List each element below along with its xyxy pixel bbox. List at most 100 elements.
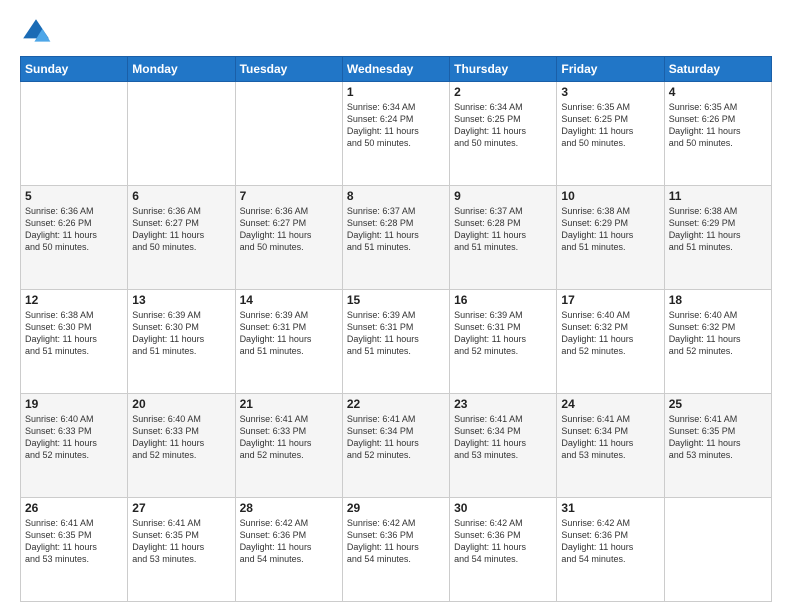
- day-number: 27: [132, 501, 230, 515]
- calendar-cell: 29Sunrise: 6:42 AM Sunset: 6:36 PM Dayli…: [342, 498, 449, 602]
- calendar-cell: 28Sunrise: 6:42 AM Sunset: 6:36 PM Dayli…: [235, 498, 342, 602]
- day-info: Sunrise: 6:39 AM Sunset: 6:31 PM Dayligh…: [454, 309, 552, 358]
- day-number: 22: [347, 397, 445, 411]
- calendar-cell: 14 Sunrise: 6:39 AM Sunset: 6:31 PM Dayli…: [235, 290, 342, 394]
- calendar-cell: 15Sunrise: 6:39 AM Sunset: 6:31 PM Dayli…: [342, 290, 449, 394]
- day-number: 31: [561, 501, 659, 515]
- day-info: Sunrise: 6:41 AM Sunset: 6:35 PM Dayligh…: [25, 517, 123, 566]
- weekday-header-sunday: Sunday: [21, 57, 128, 82]
- calendar-cell: 13 Sunrise: 6:39 AM Sunset: 6:30 PM Dayli…: [128, 290, 235, 394]
- weekday-header-row: SundayMondayTuesdayWednesdayThursdayFrid…: [21, 57, 772, 82]
- day-info: Sunrise: 6:41 AM Sunset: 6:35 PM Dayligh…: [669, 413, 767, 462]
- day-info: Sunrise: 6:39 AM Sunset: 6:30 PM Dayligh…: [132, 309, 230, 358]
- day-info: Sunrise: 6:40 AM Sunset: 6:33 PM Dayligh…: [25, 413, 123, 462]
- day-number: 24: [561, 397, 659, 411]
- day-info: Sunrise: 6:36 AM Sunset: 6:26 PM Dayligh…: [25, 205, 123, 254]
- day-number: 18: [669, 293, 767, 307]
- day-number: 25: [669, 397, 767, 411]
- week-row-5: 26 Sunrise: 6:41 AM Sunset: 6:35 PM Dayli…: [21, 498, 772, 602]
- day-info: Sunrise: 6:36 AM Sunset: 6:27 PM Dayligh…: [132, 205, 230, 254]
- day-number: 17: [561, 293, 659, 307]
- calendar-cell: 8 Sunrise: 6:37 AM Sunset: 6:28 PM Daylig…: [342, 186, 449, 290]
- day-info: Sunrise: 6:38 AM Sunset: 6:29 PM Dayligh…: [669, 205, 767, 254]
- weekday-header-thursday: Thursday: [450, 57, 557, 82]
- calendar-cell: 10 Sunrise: 6:38 AM Sunset: 6:29 PM Dayli…: [557, 186, 664, 290]
- calendar-cell: 6 Sunrise: 6:36 AM Sunset: 6:27 PM Daylig…: [128, 186, 235, 290]
- day-number: 30: [454, 501, 552, 515]
- calendar-cell: 12 Sunrise: 6:38 AM Sunset: 6:30 PM Dayli…: [21, 290, 128, 394]
- calendar-cell: 27 Sunrise: 6:41 AM Sunset: 6:35 PM Dayli…: [128, 498, 235, 602]
- calendar-cell: 9 Sunrise: 6:37 AM Sunset: 6:28 PM Daylig…: [450, 186, 557, 290]
- day-number: 6: [132, 189, 230, 203]
- week-row-3: 12 Sunrise: 6:38 AM Sunset: 6:30 PM Dayli…: [21, 290, 772, 394]
- day-info: Sunrise: 6:41 AM Sunset: 6:34 PM Dayligh…: [347, 413, 445, 462]
- calendar-cell: 4 Sunrise: 6:35 AM Sunset: 6:26 PM Daylig…: [664, 82, 771, 186]
- day-number: 5: [25, 189, 123, 203]
- day-number: 20: [132, 397, 230, 411]
- day-info: Sunrise: 6:39 AM Sunset: 6:31 PM Dayligh…: [347, 309, 445, 358]
- page: SundayMondayTuesdayWednesdayThursdayFrid…: [0, 0, 792, 612]
- day-info: Sunrise: 6:41 AM Sunset: 6:33 PM Dayligh…: [240, 413, 338, 462]
- week-row-2: 5 Sunrise: 6:36 AM Sunset: 6:26 PM Daylig…: [21, 186, 772, 290]
- day-info: Sunrise: 6:41 AM Sunset: 6:35 PM Dayligh…: [132, 517, 230, 566]
- day-info: Sunrise: 6:41 AM Sunset: 6:34 PM Dayligh…: [561, 413, 659, 462]
- calendar-table: SundayMondayTuesdayWednesdayThursdayFrid…: [20, 56, 772, 602]
- weekday-header-wednesday: Wednesday: [342, 57, 449, 82]
- day-number: 3: [561, 85, 659, 99]
- calendar-cell: 21 Sunrise: 6:41 AM Sunset: 6:33 PM Dayli…: [235, 394, 342, 498]
- weekday-header-tuesday: Tuesday: [235, 57, 342, 82]
- calendar-cell: [664, 498, 771, 602]
- calendar-cell: [21, 82, 128, 186]
- day-number: 16: [454, 293, 552, 307]
- calendar-cell: 5 Sunrise: 6:36 AM Sunset: 6:26 PM Daylig…: [21, 186, 128, 290]
- day-info: Sunrise: 6:38 AM Sunset: 6:29 PM Dayligh…: [561, 205, 659, 254]
- day-info: Sunrise: 6:39 AM Sunset: 6:31 PM Dayligh…: [240, 309, 338, 358]
- day-info: Sunrise: 6:35 AM Sunset: 6:26 PM Dayligh…: [669, 101, 767, 150]
- day-info: Sunrise: 6:42 AM Sunset: 6:36 PM Dayligh…: [454, 517, 552, 566]
- day-info: Sunrise: 6:37 AM Sunset: 6:28 PM Dayligh…: [347, 205, 445, 254]
- day-number: 9: [454, 189, 552, 203]
- day-number: 29: [347, 501, 445, 515]
- day-info: Sunrise: 6:40 AM Sunset: 6:32 PM Dayligh…: [669, 309, 767, 358]
- day-info: Sunrise: 6:37 AM Sunset: 6:28 PM Dayligh…: [454, 205, 552, 254]
- header: [20, 16, 772, 48]
- calendar-cell: 3 Sunrise: 6:35 AM Sunset: 6:25 PM Daylig…: [557, 82, 664, 186]
- calendar-cell: 23Sunrise: 6:41 AM Sunset: 6:34 PM Dayli…: [450, 394, 557, 498]
- day-number: 4: [669, 85, 767, 99]
- day-number: 7: [240, 189, 338, 203]
- day-number: 13: [132, 293, 230, 307]
- calendar-cell: 31Sunrise: 6:42 AM Sunset: 6:36 PM Dayli…: [557, 498, 664, 602]
- calendar-cell: 30 Sunrise: 6:42 AM Sunset: 6:36 PM Dayli…: [450, 498, 557, 602]
- day-info: Sunrise: 6:35 AM Sunset: 6:25 PM Dayligh…: [561, 101, 659, 150]
- calendar-cell: [128, 82, 235, 186]
- day-info: Sunrise: 6:40 AM Sunset: 6:32 PM Dayligh…: [561, 309, 659, 358]
- calendar-cell: 24 Sunrise: 6:41 AM Sunset: 6:34 PM Dayli…: [557, 394, 664, 498]
- weekday-header-friday: Friday: [557, 57, 664, 82]
- calendar-cell: 11 Sunrise: 6:38 AM Sunset: 6:29 PM Dayli…: [664, 186, 771, 290]
- day-number: 1: [347, 85, 445, 99]
- day-info: Sunrise: 6:40 AM Sunset: 6:33 PM Dayligh…: [132, 413, 230, 462]
- week-row-1: 1Sunrise: 6:34 AM Sunset: 6:24 PM Daylig…: [21, 82, 772, 186]
- day-number: 12: [25, 293, 123, 307]
- day-number: 11: [669, 189, 767, 203]
- calendar-cell: 25 Sunrise: 6:41 AM Sunset: 6:35 PM Dayli…: [664, 394, 771, 498]
- day-number: 26: [25, 501, 123, 515]
- logo: [20, 16, 56, 48]
- day-number: 10: [561, 189, 659, 203]
- calendar-cell: 19Sunrise: 6:40 AM Sunset: 6:33 PM Dayli…: [21, 394, 128, 498]
- day-number: 21: [240, 397, 338, 411]
- calendar-cell: 17 Sunrise: 6:40 AM Sunset: 6:32 PM Dayli…: [557, 290, 664, 394]
- day-number: 8: [347, 189, 445, 203]
- calendar-cell: 22 Sunrise: 6:41 AM Sunset: 6:34 PM Dayli…: [342, 394, 449, 498]
- day-info: Sunrise: 6:36 AM Sunset: 6:27 PM Dayligh…: [240, 205, 338, 254]
- day-info: Sunrise: 6:42 AM Sunset: 6:36 PM Dayligh…: [240, 517, 338, 566]
- calendar-cell: 20 Sunrise: 6:40 AM Sunset: 6:33 PM Dayli…: [128, 394, 235, 498]
- logo-icon: [20, 16, 52, 48]
- calendar-cell: 7 Sunrise: 6:36 AM Sunset: 6:27 PM Daylig…: [235, 186, 342, 290]
- calendar-cell: 18 Sunrise: 6:40 AM Sunset: 6:32 PM Dayli…: [664, 290, 771, 394]
- day-number: 14: [240, 293, 338, 307]
- day-info: Sunrise: 6:38 AM Sunset: 6:30 PM Dayligh…: [25, 309, 123, 358]
- day-info: Sunrise: 6:34 AM Sunset: 6:25 PM Dayligh…: [454, 101, 552, 150]
- calendar-cell: 26 Sunrise: 6:41 AM Sunset: 6:35 PM Dayli…: [21, 498, 128, 602]
- calendar-cell: 1Sunrise: 6:34 AM Sunset: 6:24 PM Daylig…: [342, 82, 449, 186]
